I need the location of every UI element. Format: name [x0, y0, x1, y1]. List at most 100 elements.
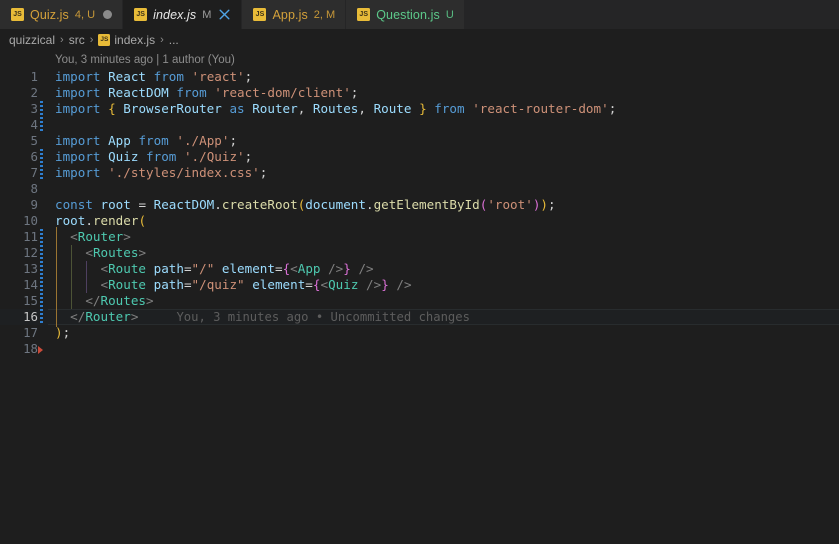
code-token: ;	[229, 133, 238, 148]
code-token: </	[70, 309, 86, 324]
code-line[interactable]: 9 const root = ReactDOM.createRoot(docume…	[0, 197, 839, 213]
breadcrumb-item-quizzical[interactable]: quizzical	[9, 33, 55, 47]
code-line[interactable]: 16 </Router> You, 3 minutes ago • Uncommi…	[0, 309, 839, 325]
code-token: ,	[358, 101, 374, 116]
indent-guide	[71, 245, 73, 261]
inline-git-blame: You, 3 minutes ago • Uncommitted changes	[176, 310, 470, 324]
code-line[interactable]: 4	[0, 117, 839, 133]
breadcrumb-item-index-js[interactable]: JS index.js	[98, 33, 155, 47]
code-token: './styles/index.css'	[108, 165, 260, 180]
code-token: .	[214, 197, 222, 212]
code-token: root	[55, 213, 86, 228]
editor-tab-quiz-js[interactable]: JS Quiz.js 4, U	[0, 0, 124, 29]
indent-guide	[56, 309, 57, 325]
editor-gutter	[38, 69, 48, 85]
vscode-window: JS Quiz.js 4, U JS index.js M JS App.js 2, M JS Qu…	[0, 0, 839, 544]
code-token: Quiz	[328, 277, 359, 292]
code-token: >	[138, 245, 147, 260]
editor-tab-status-badge: 4, U	[74, 8, 96, 21]
code-token: =	[305, 277, 313, 292]
code-line-content	[48, 181, 839, 197]
code-token: =	[274, 261, 283, 276]
git-change-indicator	[38, 309, 48, 325]
code-line[interactable]: 7 import './styles/index.css';	[0, 165, 839, 181]
code-line[interactable]: 5 import App from './App';	[0, 133, 839, 149]
breadcrumb-item-[interactable]: ...	[169, 33, 179, 47]
line-number: 2	[30, 85, 38, 100]
code-line[interactable]: 6 import Quiz from './Quiz';	[0, 149, 839, 165]
code-line-content: </Routes>	[48, 293, 839, 309]
code-token: <	[320, 277, 329, 292]
code-token: />	[396, 277, 412, 292]
js-file-icon: JS	[98, 34, 111, 46]
code-token: './Quiz'	[183, 149, 245, 164]
code-line-content: <Route path="/" element={<App />} />	[48, 261, 839, 277]
line-number: 4	[30, 117, 38, 132]
git-change-indicator	[38, 117, 48, 133]
editor-tab-index-js[interactable]: JS index.js M	[123, 0, 243, 29]
code-token: (	[138, 213, 147, 228]
code-token: />	[366, 277, 382, 292]
code-line[interactable]: 1 import React from 'react';	[0, 69, 839, 85]
code-token: import	[55, 101, 101, 116]
code-token: <	[70, 229, 78, 244]
git-change-indicator	[38, 165, 48, 181]
code-line[interactable]: 3 import { BrowserRouter as Router, Route…	[0, 101, 839, 117]
breadcrumb-item-label: src	[68, 33, 85, 47]
code-editor[interactable]: 1 import React from 'react'; 2 import React…	[0, 68, 839, 544]
code-line[interactable]: 10 root.render(	[0, 213, 839, 229]
code-token: "/"	[191, 261, 215, 276]
code-token: ReactDOM	[108, 85, 169, 100]
line-number: 6	[30, 149, 38, 164]
code-token: as	[229, 101, 245, 116]
code-line[interactable]: 15 </Routes>	[0, 293, 839, 309]
line-number: 13	[23, 261, 38, 276]
code-token: App	[108, 133, 131, 148]
editor-tab-status-badge: 2, M	[313, 8, 336, 21]
indent-guide	[71, 293, 73, 309]
code-token: from	[176, 85, 207, 100]
code-line[interactable]: 13 <Route path="/" element={<App />} />	[0, 261, 839, 277]
code-line[interactable]: 18	[0, 341, 839, 357]
indent-guide	[86, 261, 88, 277]
breadcrumb-separator-icon: ›	[160, 34, 164, 46]
code-line[interactable]: 17);	[0, 325, 839, 341]
code-line[interactable]: 12 <Routes>	[0, 245, 839, 261]
code-line[interactable]: 2 import ReactDOM from 'react-dom/client'…	[0, 85, 839, 101]
code-token: import	[55, 69, 101, 84]
code-line[interactable]: 14 <Route path="/quiz" element={<Quiz />…	[0, 277, 839, 293]
editor-tab-question-js[interactable]: JS Question.js U	[346, 0, 465, 29]
code-token: <	[85, 245, 93, 260]
line-number: 9	[30, 197, 38, 212]
code-line[interactable]: 8	[0, 181, 839, 197]
code-line[interactable]: 11 <Router>	[0, 229, 839, 245]
code-token: import	[55, 85, 101, 100]
code-token: App	[297, 261, 321, 276]
editor-tab-app-js[interactable]: JS App.js 2, M	[242, 0, 347, 29]
code-token: import	[55, 149, 101, 164]
indent-guide	[71, 277, 73, 293]
editor-gutter	[38, 213, 48, 229]
code-token: ;	[548, 197, 556, 212]
git-change-indicator	[38, 229, 48, 245]
unsaved-changes-dot-icon[interactable]	[103, 10, 113, 19]
code-token: ;	[608, 101, 617, 116]
error-marker-icon	[38, 346, 43, 354]
close-icon[interactable]	[218, 8, 231, 21]
indent-guide	[56, 277, 57, 293]
code-token: element	[252, 277, 306, 292]
code-token: Router	[252, 101, 298, 116]
code-token: createRoot	[221, 197, 298, 212]
code-token: ;	[62, 325, 71, 340]
js-file-icon: JS	[11, 8, 24, 21]
breadcrumb-item-src[interactable]: src	[69, 33, 85, 47]
line-number: 14	[23, 277, 38, 292]
